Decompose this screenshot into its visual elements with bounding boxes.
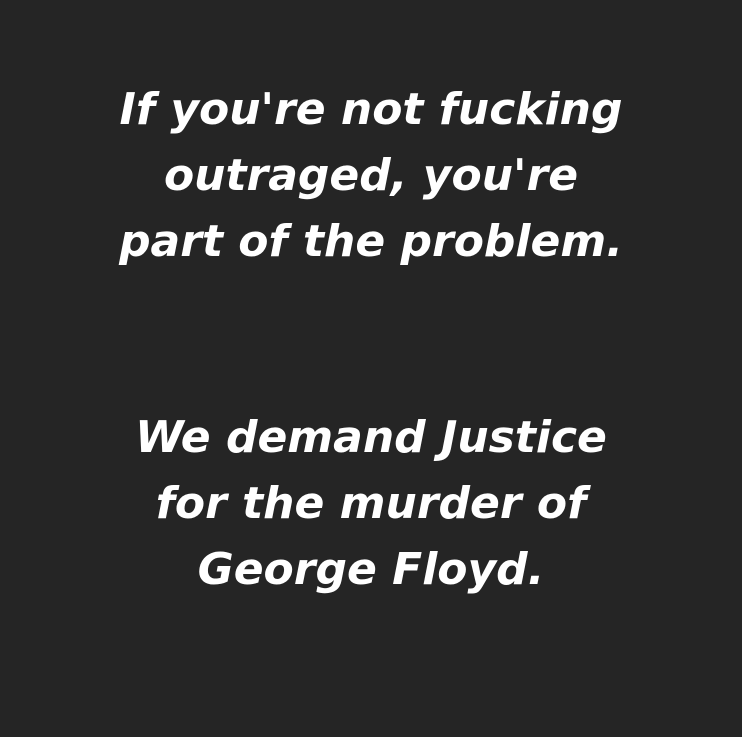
demand-line: We demand Justice (135, 412, 607, 463)
statement-line: outraged, you're (163, 150, 579, 201)
demand-line: George Floyd. (197, 544, 545, 595)
statement-line: part of the problem. (119, 216, 623, 267)
story-canvas: If you're not fucking outraged, you're p… (0, 0, 742, 737)
demand-text-block: We demand Justice for the murder of Geor… (0, 405, 742, 603)
statement-text-block: If you're not fucking outraged, you're p… (0, 77, 742, 275)
demand-line: for the murder of (155, 478, 587, 529)
statement-line: If you're not fucking (119, 84, 623, 135)
